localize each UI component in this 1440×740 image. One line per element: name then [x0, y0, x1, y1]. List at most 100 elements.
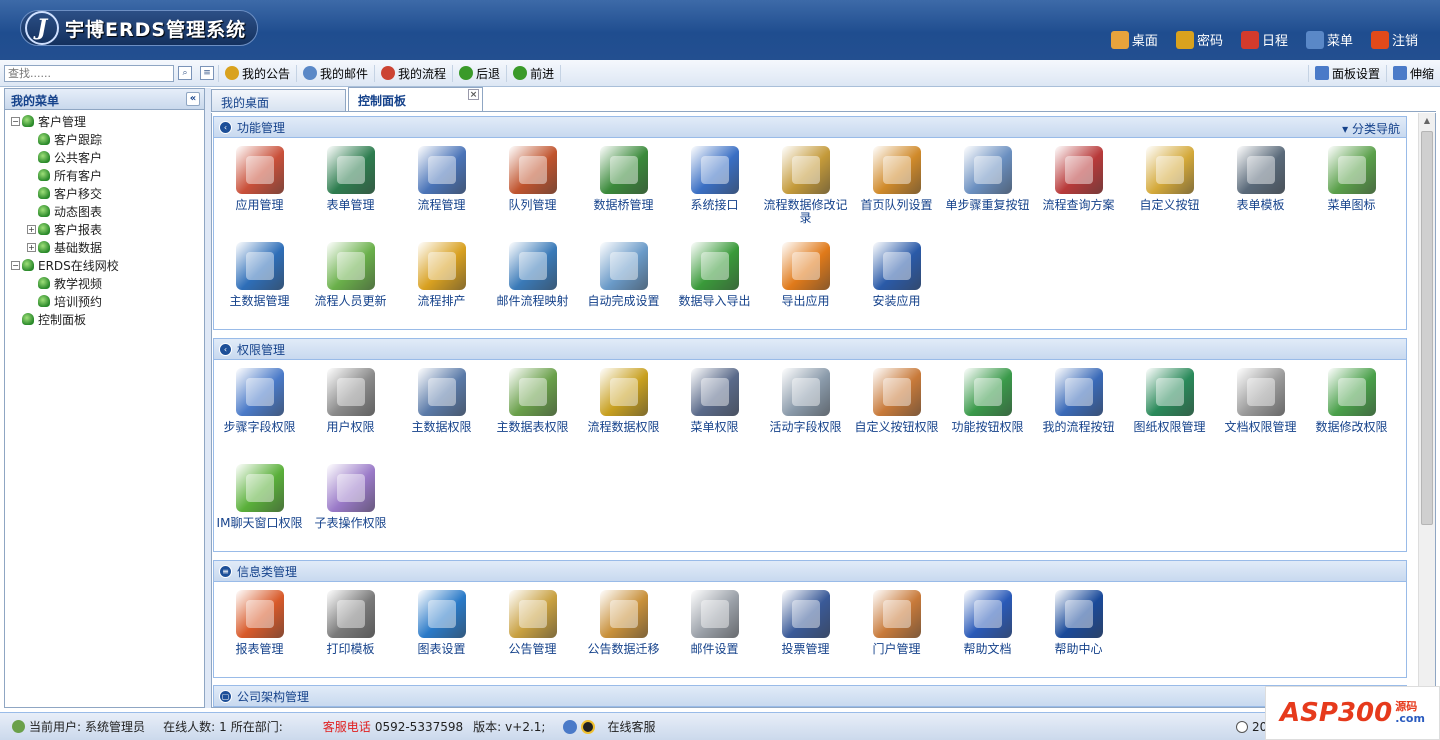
- panel-item[interactable]: 邮件设置: [669, 586, 760, 682]
- toolbar-back-button[interactable]: 后退: [453, 64, 508, 82]
- panel-toggle-icon[interactable]: ≡: [219, 564, 232, 578]
- panel-item[interactable]: 单步骤重复按钮: [942, 142, 1033, 238]
- toolbar-expand-button[interactable]: 伸缩: [1385, 64, 1440, 82]
- menu-tree-item[interactable]: − 客户管理: [5, 112, 204, 130]
- menu-tree-item[interactable]: + 基础数据: [5, 238, 204, 256]
- topnav-power[interactable]: 注销: [1370, 30, 1418, 49]
- menu-tree-item[interactable]: 客户跟踪: [5, 130, 204, 148]
- panel-toggle-icon[interactable]: ‹: [219, 342, 232, 356]
- panel-item[interactable]: 打印模板: [305, 586, 396, 682]
- expand-node-icon[interactable]: +: [27, 242, 36, 252]
- panel-item-icon: [599, 590, 648, 638]
- panel-item[interactable]: 功能按钮权限: [942, 364, 1033, 460]
- panel-item[interactable]: 报表管理: [214, 586, 305, 682]
- panel-item-label: 打印模板: [326, 642, 375, 656]
- panel-item[interactable]: 流程排产: [396, 238, 487, 334]
- tab-0[interactable]: 我的桌面: [211, 89, 346, 111]
- panel-item[interactable]: 数据修改权限: [1306, 364, 1397, 460]
- toolbar-panel-settings-button[interactable]: 面板设置: [1307, 64, 1386, 82]
- panel-item[interactable]: 主数据管理: [214, 238, 305, 334]
- panel-item[interactable]: 投票管理: [760, 586, 851, 682]
- toolbar-right: 面板设置 伸缩: [1307, 64, 1440, 82]
- panel-item[interactable]: 队列管理: [487, 142, 578, 238]
- expand-node-icon[interactable]: +: [27, 224, 36, 234]
- panel-item[interactable]: 系统接口: [669, 142, 760, 238]
- panel-item[interactable]: 主数据表权限: [487, 364, 578, 460]
- panel-item[interactable]: 图表设置: [396, 586, 487, 682]
- panel-item[interactable]: 自定义按钮: [1124, 142, 1215, 238]
- panel-toggle-icon[interactable]: ▢: [219, 689, 232, 703]
- topnav-menu[interactable]: 菜单: [1305, 30, 1353, 49]
- list-view-button[interactable]: ≡: [196, 64, 219, 82]
- panel-item[interactable]: 邮件流程映射: [487, 238, 578, 334]
- panel-item[interactable]: 公告数据迁移: [578, 586, 669, 682]
- panel-item[interactable]: 数据导入导出: [669, 238, 760, 334]
- menu-tree-item[interactable]: + 客户报表: [5, 220, 204, 238]
- search-input[interactable]: [4, 64, 174, 82]
- panel-item[interactable]: 安装应用: [851, 238, 942, 334]
- panel-item[interactable]: 帮助文档: [942, 586, 1033, 682]
- menu-tree-item[interactable]: 公共客户: [5, 148, 204, 166]
- vertical-scrollbar[interactable]: ▲: [1418, 113, 1435, 707]
- panel-item[interactable]: 主数据权限: [396, 364, 487, 460]
- panel-item[interactable]: 流程数据权限: [578, 364, 669, 460]
- topnav-home[interactable]: 桌面: [1110, 30, 1158, 49]
- panel-item[interactable]: 自定义按钮权限: [851, 364, 942, 460]
- panel-header[interactable]: ▢ 公司架构管理: [214, 686, 1406, 707]
- panel-item[interactable]: 子表操作权限: [305, 460, 396, 556]
- panel-item[interactable]: 帮助中心: [1033, 586, 1124, 682]
- panel-header[interactable]: ≡ 信息类管理: [214, 561, 1406, 582]
- panel-item[interactable]: 活动字段权限: [760, 364, 851, 460]
- panel-item[interactable]: 用户权限: [305, 364, 396, 460]
- collapse-sidebar-icon[interactable]: «: [186, 92, 200, 106]
- panel-item[interactable]: 首页队列设置: [851, 142, 942, 238]
- panel-item[interactable]: 数据桥管理: [578, 142, 669, 238]
- panel-item[interactable]: 自动完成设置: [578, 238, 669, 334]
- collapse-node-icon[interactable]: −: [11, 260, 20, 270]
- panel-header[interactable]: ‹ 功能管理 ▾ 分类导航: [214, 117, 1406, 138]
- online-service-link[interactable]: 在线客服: [563, 718, 655, 735]
- panel-item[interactable]: 流程管理: [396, 142, 487, 238]
- tab-1[interactable]: 控制面板 ×: [348, 87, 483, 111]
- panel-item[interactable]: 文档权限管理: [1215, 364, 1306, 460]
- panel-item[interactable]: 流程人员更新: [305, 238, 396, 334]
- topnav-lock[interactable]: 密码: [1175, 30, 1223, 49]
- collapse-node-icon[interactable]: −: [11, 116, 20, 126]
- panel-item-label: 流程管理: [417, 198, 466, 212]
- panel-item[interactable]: 表单模板: [1215, 142, 1306, 238]
- panel-item[interactable]: 步骤字段权限: [214, 364, 305, 460]
- panel-item[interactable]: 流程数据修改记录: [760, 142, 851, 238]
- topnav-calendar[interactable]: 日程: [1240, 30, 1288, 49]
- panel-toggle-icon[interactable]: ‹: [219, 120, 232, 134]
- menu-tree-item[interactable]: − ERDS在线网校: [5, 256, 204, 274]
- panel-item[interactable]: 导出应用: [760, 238, 851, 334]
- panel-item[interactable]: 公告管理: [487, 586, 578, 682]
- panel-item[interactable]: IM聊天窗口权限: [214, 460, 305, 556]
- panel-item[interactable]: 表单管理: [305, 142, 396, 238]
- panel-item[interactable]: 菜单图标: [1306, 142, 1397, 238]
- menu-tree-item[interactable]: 教学视频: [5, 274, 204, 292]
- toolbar-forward-button[interactable]: 前进: [507, 64, 562, 82]
- toolbar-announcement-button[interactable]: 我的公告: [219, 64, 298, 82]
- toolbar-flow-button[interactable]: 我的流程: [375, 64, 454, 82]
- scroll-up-icon[interactable]: ▲: [1421, 116, 1433, 128]
- menu-tree-label: 所有客户: [54, 168, 103, 183]
- panel-item[interactable]: 我的流程按钮: [1033, 364, 1124, 460]
- panel-header[interactable]: ‹ 权限管理: [214, 339, 1406, 360]
- menu-tree-item[interactable]: 所有客户: [5, 166, 204, 184]
- panel-item[interactable]: 应用管理: [214, 142, 305, 238]
- category-nav-link[interactable]: ▾ 分类导航: [1342, 120, 1400, 137]
- menu-tree-item[interactable]: 动态图表: [5, 202, 204, 220]
- panel-item[interactable]: 流程查询方案: [1033, 142, 1124, 238]
- panel-item[interactable]: 图纸权限管理: [1124, 364, 1215, 460]
- search-button[interactable]: ⌕: [174, 65, 196, 82]
- menu-tree-item[interactable]: 培训预约: [5, 292, 204, 310]
- toolbar-mail-button[interactable]: 我的邮件: [297, 64, 376, 82]
- panel-item[interactable]: 门户管理: [851, 586, 942, 682]
- close-tab-icon[interactable]: ×: [468, 89, 479, 100]
- scrollbar-thumb[interactable]: [1421, 131, 1433, 525]
- menu-tree-item[interactable]: 客户移交: [5, 184, 204, 202]
- panel-item[interactable]: 菜单权限: [669, 364, 760, 460]
- menu-tree-item[interactable]: 控制面板: [5, 310, 204, 328]
- search-icon: ⌕: [178, 66, 192, 80]
